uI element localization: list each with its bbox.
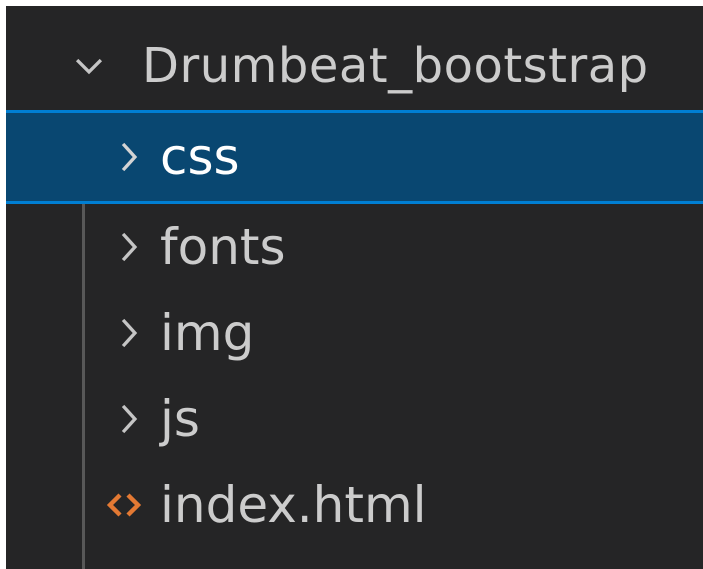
html-file-icon — [102, 486, 146, 524]
folder-root-drumbeat-bootstrap[interactable]: Drumbeat_bootstrap — [6, 22, 703, 110]
chevron-right-icon — [110, 314, 148, 352]
tree-item-label: index.html — [160, 476, 427, 534]
tree-item-js[interactable]: js — [6, 376, 703, 462]
tree-item-index-html[interactable]: index.html — [6, 462, 703, 548]
chevron-right-icon — [110, 400, 148, 438]
root-folder-label: Drumbeat_bootstrap — [142, 38, 649, 94]
chevron-down-icon — [70, 47, 108, 85]
file-explorer: Drumbeat_bootstrap css fonts img js inde… — [6, 6, 703, 569]
tree-item-fonts[interactable]: fonts — [6, 204, 703, 290]
chevron-right-icon — [110, 228, 148, 266]
tree-item-img[interactable]: img — [6, 290, 703, 376]
tree-item-label: img — [160, 304, 255, 362]
tree-item-label: css — [160, 128, 240, 186]
tree-item-label: fonts — [160, 218, 286, 276]
tree-item-css[interactable]: css — [6, 110, 703, 204]
chevron-right-icon — [110, 138, 148, 176]
tree-item-label: js — [160, 390, 200, 448]
